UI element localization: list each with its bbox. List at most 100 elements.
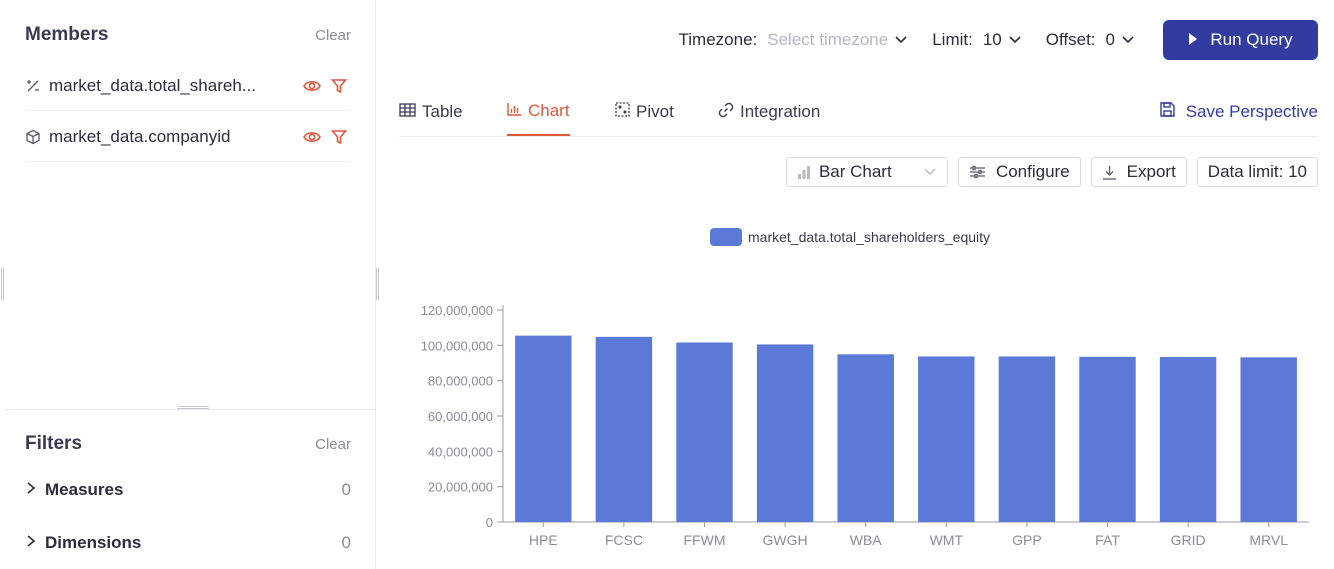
member-actions (303, 129, 347, 145)
x-tick-label: FFWM (684, 532, 726, 548)
bar[interactable] (595, 336, 653, 522)
timezone-placeholder: Select timezone (767, 30, 889, 49)
save-perspective-label: Save Perspective (1185, 102, 1318, 121)
export-label: Export (1126, 162, 1176, 181)
x-tick-label: HPE (529, 532, 558, 548)
export-button[interactable]: Export (1090, 157, 1187, 187)
download-icon (1102, 165, 1117, 180)
y-tick-label: 20,000,000 (428, 480, 493, 495)
member-actions (303, 78, 347, 94)
chart-area: market_data.total_shareholders_equity 02… (377, 215, 1334, 569)
x-tick-label: WBA (850, 532, 883, 548)
run-query-label: Run Query (1210, 30, 1293, 49)
x-tick-label: GPP (1012, 532, 1042, 548)
x-tick-label: FAT (1095, 532, 1120, 548)
eye-icon[interactable] (303, 130, 321, 144)
bar[interactable] (756, 344, 814, 522)
member-item-total-shareholders-equity[interactable]: market_data.total_shareh... (25, 61, 351, 111)
chevron-right-icon (25, 480, 37, 500)
limit-label: Limit: (932, 30, 973, 49)
configure-button[interactable]: Configure (957, 157, 1081, 187)
tab-label: Pivot (636, 102, 674, 121)
bar[interactable] (1079, 356, 1136, 522)
chevron-down-icon (923, 162, 937, 182)
query-builder-app: Members Clear market_data.total_shareh..… (0, 0, 1334, 569)
timezone-control: Timezone: Select timezone (679, 30, 909, 50)
filter-icon[interactable] (331, 78, 347, 94)
chevron-down-icon (1008, 30, 1022, 50)
chart-type-value: Bar Chart (818, 162, 892, 181)
view-tabs: Table Chart Pivot Integration Save Persp… (399, 88, 1318, 137)
offset-label: Offset: (1045, 30, 1096, 49)
filters-clear-link[interactable]: Clear (315, 436, 351, 453)
eye-icon[interactable] (303, 79, 321, 93)
sliders-icon (969, 165, 986, 179)
filters-header: Filters Clear (25, 433, 351, 455)
member-label: market_data.total_shareh... (49, 75, 256, 95)
members-title: Members (25, 24, 109, 45)
chevron-down-icon (894, 30, 908, 50)
filter-group-label-wrap: Measures (25, 480, 123, 500)
configure-label: Configure (995, 162, 1070, 181)
pivot-icon (615, 102, 630, 122)
filter-group-label: Measures (45, 480, 124, 499)
filter-group-measures[interactable]: Measures 0 (25, 480, 351, 500)
timezone-label: Timezone: (678, 30, 758, 49)
y-tick-label: 100,000,000 (421, 338, 493, 353)
members-clear-link[interactable]: Clear (315, 27, 351, 44)
member-label: market_data.companyid (49, 126, 231, 146)
offset-select[interactable]: 0 (1106, 30, 1135, 50)
tab-integration[interactable]: Integration (718, 88, 820, 136)
offset-value: 0 (1105, 30, 1115, 49)
member-item-companyid[interactable]: market_data.companyid (25, 112, 351, 162)
bar[interactable] (515, 335, 572, 522)
limit-select[interactable]: 10 (983, 30, 1022, 50)
bar[interactable] (1159, 356, 1217, 522)
filter-group-label-wrap: Dimensions (25, 533, 141, 553)
filters-divider (5, 409, 375, 410)
limit-control: Limit: 10 (932, 30, 1022, 50)
x-tick-label: FCSC (605, 532, 643, 548)
y-tick-label: 40,000,000 (428, 444, 493, 459)
bar[interactable] (918, 356, 975, 522)
save-perspective-button[interactable]: Save Perspective (1159, 88, 1318, 136)
chart-type-select[interactable]: Bar Chart (785, 157, 948, 187)
tab-table[interactable]: Table (399, 88, 463, 136)
filter-group-dimensions[interactable]: Dimensions 0 (25, 533, 351, 553)
table-icon (399, 102, 416, 122)
offset-control: Offset: 0 (1046, 30, 1135, 50)
measure-icon (25, 78, 41, 94)
bar[interactable] (676, 342, 733, 522)
chart-toolbar: Bar Chart Configure Export Data limit: 1… (785, 157, 1318, 187)
bar[interactable] (1240, 357, 1297, 522)
save-icon (1159, 101, 1176, 123)
limit-value: 10 (982, 30, 1002, 49)
bar-chart-icon (507, 101, 522, 121)
left-resize-handle[interactable] (1, 268, 4, 300)
main-area: Timezone: Select timezone Limit: 10 Offs… (377, 0, 1334, 569)
bar[interactable] (998, 356, 1056, 522)
x-tick-label: GRID (1171, 532, 1206, 548)
chart-type-wrap: Bar Chart (797, 162, 892, 182)
filter-group-count: 0 (341, 533, 351, 552)
dimension-cube-icon (25, 129, 41, 145)
y-tick-label: 80,000,000 (428, 374, 493, 389)
data-limit-button[interactable]: Data limit: 10 (1196, 157, 1318, 187)
link-icon (718, 102, 734, 123)
filter-icon[interactable] (331, 129, 347, 145)
data-limit-label: Data limit: 10 (1207, 162, 1307, 181)
y-tick-label: 120,000,000 (421, 303, 493, 318)
tab-label: Integration (740, 102, 821, 121)
filter-group-count: 0 (341, 480, 351, 499)
bar-chart-icon (797, 165, 811, 179)
play-icon (1188, 30, 1198, 50)
query-bar: Timezone: Select timezone Limit: 10 Offs… (679, 20, 1318, 60)
bar[interactable] (837, 354, 894, 522)
tab-label: Chart (528, 101, 570, 120)
x-tick-label: WMT (930, 532, 964, 548)
tab-chart[interactable]: Chart (507, 88, 570, 136)
timezone-select[interactable]: Select timezone (767, 30, 908, 50)
run-query-button[interactable]: Run Query (1163, 20, 1318, 60)
tab-pivot[interactable]: Pivot (615, 88, 674, 136)
members-header: Members Clear (25, 24, 351, 46)
